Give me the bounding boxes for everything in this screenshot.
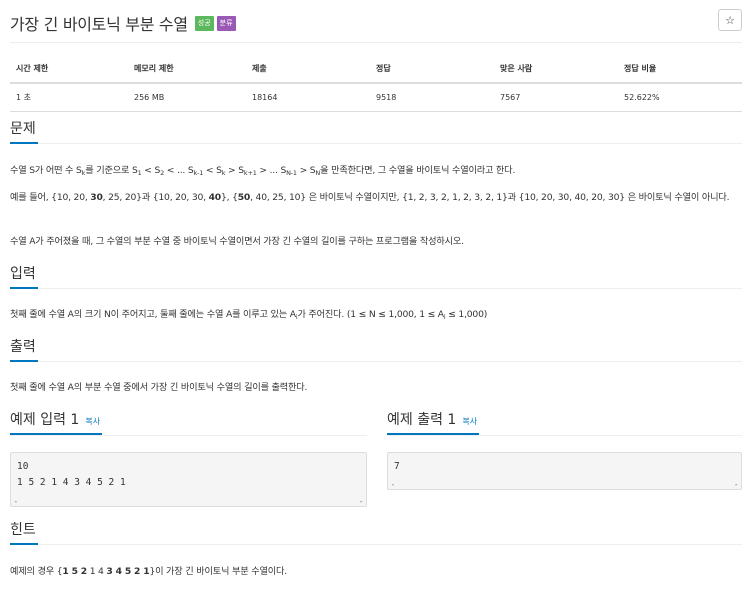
sample-output-heading: 예제 출력 1 복사 <box>387 411 480 435</box>
input-description: 첫째 줄에 수열 A의 크기 N이 주어지고, 둘째 줄에는 수열 A를 이루고… <box>10 309 488 321</box>
header-ratio: 정답 비율 <box>618 57 742 84</box>
scroll-right-icon[interactable]: ▸ <box>735 482 738 488</box>
problem-paragraph-1: 수열 S가 어떤 수 Sk를 기준으로 S1 < S2 < ... Sk-1 <… <box>10 165 516 177</box>
solvers-value[interactable]: 7567 <box>494 83 618 112</box>
sample-input-header: 예제 입력 1 복사 <box>10 411 103 435</box>
problem-section-header: 문제 <box>10 120 742 144</box>
sample-output-code: 7 <box>394 461 400 472</box>
page-title: 가장 긴 바이토닉 부분 수열 <box>10 15 188 34</box>
sample-output-header: 예제 출력 1 복사 <box>387 411 480 435</box>
table-header-row: 시간 제한 메모리 제한 제출 정답 맞은 사람 정답 비율 <box>10 57 742 84</box>
scroll-left-icon[interactable]: ◂ <box>391 482 394 488</box>
table-row: 1 초 256 MB 18164 9518 7567 52.622% <box>10 83 742 112</box>
memory-limit-value: 256 MB <box>128 83 246 112</box>
output-section-header: 출력 <box>10 338 742 362</box>
submissions-value[interactable]: 18164 <box>246 83 370 112</box>
success-badge[interactable]: 성공 <box>194 15 214 31</box>
header-submissions: 제출 <box>246 57 370 84</box>
hint-heading: 힌트 <box>10 521 38 545</box>
accepted-value[interactable]: 9518 <box>370 83 494 112</box>
input-section-header: 입력 <box>10 265 742 289</box>
header-time-limit: 시간 제한 <box>10 57 128 84</box>
header-accepted: 정답 <box>370 57 494 84</box>
copy-output-link[interactable]: 복사 <box>462 417 477 426</box>
star-icon: ☆ <box>725 13 735 27</box>
problem-paragraph-2: 예를 들어, {10, 20, 30, 25, 20}과 {10, 20, 30… <box>10 192 730 203</box>
problem-header: 가장 긴 바이토닉 부분 수열 성공 분류 ☆ <box>10 9 742 37</box>
sample-input-code: 10 1 5 2 1 4 3 4 5 2 1 <box>17 461 126 488</box>
sample-input-heading: 예제 입력 1 복사 <box>10 411 103 435</box>
hint-section-header: 힌트 <box>10 521 742 545</box>
ratio-value: 52.622% <box>618 83 742 112</box>
output-description: 첫째 줄에 수열 A의 부분 수열 중에서 가장 긴 바이토닉 수열의 길이를 … <box>10 382 308 393</box>
divider <box>387 435 742 436</box>
header-solvers: 맞은 사람 <box>494 57 618 84</box>
header-memory-limit: 메모리 제한 <box>128 57 246 84</box>
problem-paragraph-3: 수열 A가 주어졌을 때, 그 수열의 부분 수열 중 바이토닉 수열이면서 가… <box>10 236 464 247</box>
scroll-right-icon[interactable]: ▸ <box>360 499 363 505</box>
hint-description: 예제의 경우 {1 5 2 1 4 3 4 5 2 1}이 가장 긴 바이토닉 … <box>10 566 287 577</box>
time-limit-value: 1 초 <box>10 83 128 112</box>
copy-input-link[interactable]: 복사 <box>85 417 100 426</box>
scroll-left-icon[interactable]: ◂ <box>14 499 17 505</box>
output-heading: 출력 <box>10 338 38 362</box>
sample-output-box[interactable]: 7 ◂ ▸ <box>387 452 742 490</box>
problem-heading: 문제 <box>10 120 38 144</box>
horizontal-scrollbar[interactable]: ◂ ▸ <box>11 497 366 506</box>
category-badge[interactable]: 분류 <box>216 15 236 31</box>
divider <box>10 435 367 436</box>
sample-input-box[interactable]: 10 1 5 2 1 4 3 4 5 2 1 ◂ ▸ <box>10 452 367 507</box>
horizontal-scrollbar[interactable]: ◂ ▸ <box>388 480 741 489</box>
divider <box>10 42 742 43</box>
input-heading: 입력 <box>10 265 38 289</box>
star-button[interactable]: ☆ <box>718 9 742 31</box>
problem-info-table: 시간 제한 메모리 제한 제출 정답 맞은 사람 정답 비율 1 초 256 M… <box>10 57 742 112</box>
